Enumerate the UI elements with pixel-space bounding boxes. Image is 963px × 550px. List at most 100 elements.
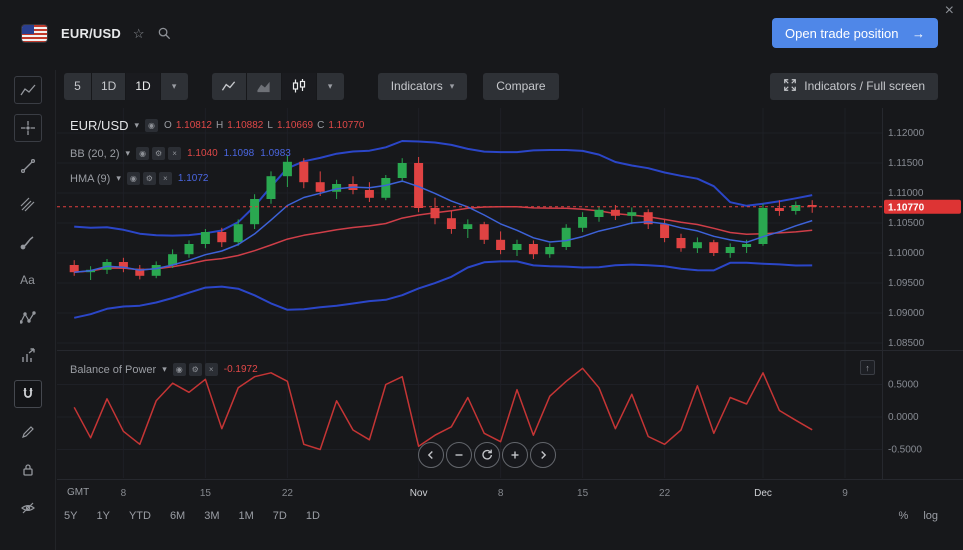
open-value: 1.10812 [176,120,212,131]
svg-text:1.10500: 1.10500 [888,218,925,229]
log-scale-button[interactable]: log [923,510,938,522]
chevron-down-icon[interactable]: ▾ [116,173,121,184]
high-label: H [216,120,223,131]
price-axis-labels: 1.120001.115001.110001.105001.100001.095… [888,128,925,456]
svg-text:1.10000: 1.10000 [888,248,925,259]
scroll-left-button[interactable] [418,442,444,468]
timeframe-dropdown-icon[interactable]: ▾ [161,73,188,100]
timeframe-5-button[interactable]: 5 [64,73,91,100]
hma-indicator-legend: HMA (9) ▾ ◉ ⚙ × 1.1072 [70,172,208,185]
range-6m-button[interactable]: 6M [170,510,185,522]
range-3m-button[interactable]: 3M [204,510,219,522]
chevron-down-icon[interactable]: ▾ [135,120,140,131]
range-5y-button[interactable]: 5Y [64,510,77,522]
bb-upper-value: 1.1098 [224,148,255,159]
pane-dividers [57,108,963,480]
chevron-down-icon[interactable]: ▾ [126,148,131,159]
svg-text:1.09000: 1.09000 [888,308,925,319]
chart-navigation [418,442,556,468]
range-1m-button[interactable]: 1M [239,510,254,522]
fullscreen-label: Indicators / Full screen [804,79,925,93]
line-chart-icon[interactable] [212,73,246,100]
compare-button[interactable]: Compare [483,73,558,100]
timeframe-group: 5 1D 1D ▾ [64,73,188,100]
chart-style-group: ▾ [212,73,344,100]
low-value: 1.10669 [277,120,313,131]
drawing-tools-sidebar: Aa [0,70,56,550]
lock-icon[interactable] [14,456,42,484]
draw-pencil-icon[interactable] [14,418,42,446]
gear-icon[interactable]: ⚙ [152,147,165,160]
favorite-star-icon[interactable]: ☆ [133,27,145,40]
eye-icon[interactable]: ◉ [136,147,149,160]
svg-text:1.10770: 1.10770 [888,202,925,213]
timezone-label[interactable]: GMT [67,487,89,498]
chart-style-tool-icon[interactable] [14,76,42,104]
pitchfork-icon[interactable] [14,190,42,218]
magnet-icon[interactable] [14,380,42,408]
close-icon[interactable]: × [205,363,218,376]
range-7d-button[interactable]: 7D [273,510,287,522]
symbol-legend: EUR/USD ▾ ◉ O 1.10812 H 1.10882 L 1.1066… [70,118,364,133]
hma-label[interactable]: HMA (9) [70,173,110,185]
range-ytd-button[interactable]: YTD [129,510,151,522]
compare-label: Compare [496,79,545,93]
range-1y-button[interactable]: 1Y [96,510,109,522]
gear-icon[interactable]: ⚙ [143,172,156,185]
chevron-down-icon[interactable]: ▾ [162,364,167,375]
svg-text:22: 22 [659,488,671,499]
svg-text:8: 8 [498,488,504,499]
zoom-out-button[interactable] [446,442,472,468]
instrument-flag-icon [22,25,47,42]
open-trade-label: Open trade position [785,26,898,41]
chart-toolbar: 5 1D 1D ▾ ▾ [64,72,938,100]
open-trade-position-button[interactable]: Open trade position → [772,18,938,48]
forecast-tool-icon[interactable] [14,342,42,370]
scroll-right-button[interactable] [530,442,556,468]
eye-icon[interactable]: ◉ [127,172,140,185]
chevron-down-icon: ▾ [450,81,455,92]
close-icon[interactable]: × [168,147,181,160]
svg-text:Nov: Nov [410,488,428,499]
legend-symbol-name[interactable]: EUR/USD [70,118,129,133]
range-toolbar: 5Y 1Y YTD 6M 3M 1M 7D 1D [64,503,320,529]
bb-lower-value: 1.0983 [260,148,291,159]
reset-view-button[interactable] [474,442,500,468]
xabcd-pattern-icon[interactable] [14,304,42,332]
eye-icon[interactable]: ◉ [145,119,158,132]
candlestick-chart-icon[interactable] [282,73,316,100]
hma-line [74,181,812,272]
search-icon[interactable] [157,26,172,41]
hide-drawings-icon[interactable] [14,494,42,522]
close-icon[interactable]: × [159,172,172,185]
bb-label[interactable]: BB (20, 2) [70,148,120,160]
fullscreen-button[interactable]: Indicators / Full screen [770,73,938,100]
brush-icon[interactable] [14,228,42,256]
crosshair-icon[interactable] [14,114,42,142]
svg-text:15: 15 [577,488,589,499]
pane-move-up-button[interactable]: ↑ [860,360,875,375]
indicators-label: Indicators [391,79,443,93]
svg-text:1.09500: 1.09500 [888,278,925,289]
range-1d-button[interactable]: 1D [306,510,320,522]
indicators-button[interactable]: Indicators ▾ [378,73,468,100]
close-icon[interactable]: × [945,1,954,20]
timeframe-1d-button[interactable]: 1D [92,73,125,100]
bop-label[interactable]: Balance of Power [70,364,156,376]
percent-scale-button[interactable]: % [899,510,909,522]
area-chart-icon[interactable] [247,73,281,100]
zoom-in-button[interactable] [502,442,528,468]
chart-style-dropdown-icon[interactable]: ▾ [317,73,344,100]
arrow-right-icon: → [912,26,925,41]
timeframe-selected-button[interactable]: 1D [126,73,159,100]
grid [57,108,882,478]
last-price-line: 1.10770 [57,200,961,214]
svg-text:0.0000: 0.0000 [888,412,919,423]
svg-text:1.11000: 1.11000 [888,188,924,199]
trend-line-icon[interactable] [14,152,42,180]
gear-icon[interactable]: ⚙ [189,363,202,376]
svg-text:1.12000: 1.12000 [888,128,925,139]
eye-icon[interactable]: ◉ [173,363,186,376]
bb-indicator-legend: BB (20, 2) ▾ ◉ ⚙ × 1.1040 1.1098 1.0983 [70,147,291,160]
text-tool-icon[interactable]: Aa [14,266,42,294]
